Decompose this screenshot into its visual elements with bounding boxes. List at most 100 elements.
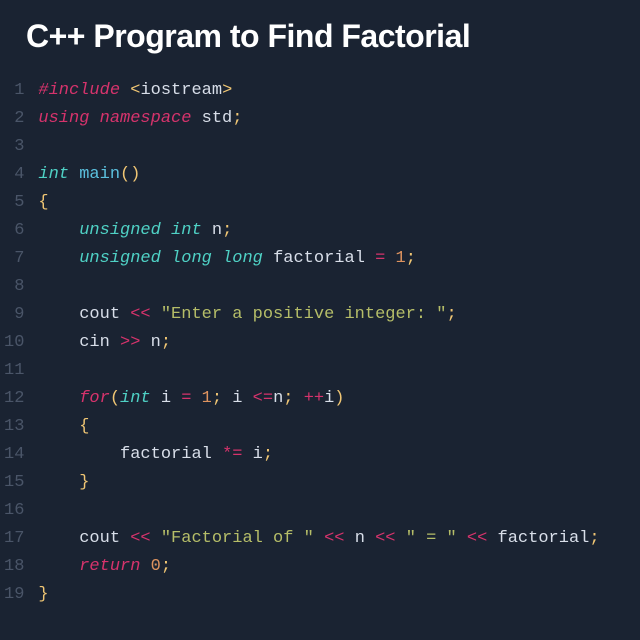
string-literal: "Factorial of " xyxy=(161,529,314,548)
type-int: int xyxy=(38,165,69,184)
line-number: 17 xyxy=(4,525,24,553)
semicolon: ; xyxy=(263,445,273,464)
parens: () xyxy=(120,165,140,184)
op-stream-out: << xyxy=(375,529,395,548)
page-title: C++ Program to Find Factorial xyxy=(0,0,640,77)
code-line: } xyxy=(38,469,599,497)
indent xyxy=(38,417,79,436)
cin: cin xyxy=(79,333,110,352)
line-number: 15 xyxy=(4,469,24,497)
paren-close: ) xyxy=(334,389,344,408)
op-mult-assign: *= xyxy=(222,445,242,464)
code-line: cout << "Factorial of " << n << " = " <<… xyxy=(38,525,599,553)
line-number: 9 xyxy=(4,301,24,329)
namespace-name: std xyxy=(202,109,233,128)
op-stream-out: << xyxy=(324,529,344,548)
keyword-namespace: namespace xyxy=(100,109,192,128)
code-line: int main() xyxy=(38,161,599,189)
indent xyxy=(38,557,79,576)
line-number: 6 xyxy=(4,217,24,245)
code-line-empty xyxy=(38,357,599,385)
indent xyxy=(38,529,79,548)
var-n: n xyxy=(212,221,222,240)
var-n: n xyxy=(273,389,283,408)
code-line: factorial *= i; xyxy=(38,441,599,469)
var-i: i xyxy=(232,389,242,408)
semicolon: ; xyxy=(222,221,232,240)
var-i: i xyxy=(324,389,334,408)
code-line: using namespace std; xyxy=(38,105,599,133)
function-main: main xyxy=(79,165,120,184)
var-n: n xyxy=(151,333,161,352)
code-line-empty xyxy=(38,273,599,301)
line-number: 19 xyxy=(4,581,24,609)
line-number: 8 xyxy=(4,273,24,301)
code-line-empty xyxy=(38,497,599,525)
keyword-return: return xyxy=(79,557,140,576)
type-long: long xyxy=(222,249,263,268)
type-long: long xyxy=(171,249,212,268)
line-number: 13 xyxy=(4,413,24,441)
library-name: iostream xyxy=(140,81,222,100)
indent xyxy=(38,473,79,492)
code-line: #include <iostream> xyxy=(38,77,599,105)
var-n: n xyxy=(355,529,365,548)
keyword-for: for xyxy=(79,389,110,408)
semicolon: ; xyxy=(589,529,599,548)
op-stream-out: << xyxy=(130,529,150,548)
cout: cout xyxy=(79,305,120,324)
angle-bracket: > xyxy=(222,81,232,100)
literal-one: 1 xyxy=(396,249,406,268)
line-number: 14 xyxy=(4,441,24,469)
code-line: cin >> n; xyxy=(38,329,599,357)
keyword-unsigned: unsigned xyxy=(79,221,161,240)
type-int: int xyxy=(171,221,202,240)
keyword-unsigned: unsigned xyxy=(79,249,161,268)
code-lines: #include <iostream> using namespace std;… xyxy=(38,77,599,609)
brace-close: } xyxy=(79,473,89,492)
semicolon: ; xyxy=(161,557,171,576)
indent xyxy=(38,305,79,324)
code-line: unsigned long long factorial = 1; xyxy=(38,245,599,273)
op-stream-out: << xyxy=(130,305,150,324)
code-line: } xyxy=(38,581,599,609)
line-number: 1 xyxy=(4,77,24,105)
semicolon: ; xyxy=(447,305,457,324)
indent xyxy=(38,221,79,240)
indent xyxy=(38,445,120,464)
line-number: 3 xyxy=(4,133,24,161)
line-number-gutter: 1 2 3 4 5 6 7 8 9 10 11 12 13 14 15 16 1… xyxy=(4,77,38,609)
var-i: i xyxy=(253,445,263,464)
line-number: 11 xyxy=(4,357,24,385)
semicolon: ; xyxy=(161,333,171,352)
line-number: 18 xyxy=(4,553,24,581)
op-lte: <= xyxy=(253,389,273,408)
preprocessor: #include xyxy=(38,81,120,100)
angle-bracket: < xyxy=(130,81,140,100)
code-line: return 0; xyxy=(38,553,599,581)
line-number: 4 xyxy=(4,161,24,189)
string-literal: " = " xyxy=(406,529,457,548)
code-line: cout << "Enter a positive integer: "; xyxy=(38,301,599,329)
semicolon: ; xyxy=(406,249,416,268)
keyword-using: using xyxy=(38,109,89,128)
code-line: unsigned int n; xyxy=(38,217,599,245)
var-factorial: factorial xyxy=(498,529,590,548)
indent xyxy=(38,389,79,408)
line-number: 2 xyxy=(4,105,24,133)
semicolon: ; xyxy=(212,389,222,408)
op-assign: = xyxy=(181,389,191,408)
brace-open: { xyxy=(38,193,48,212)
cout: cout xyxy=(79,529,120,548)
op-assign: = xyxy=(375,249,385,268)
var-factorial: factorial xyxy=(273,249,365,268)
line-number: 16 xyxy=(4,497,24,525)
code-line-empty xyxy=(38,133,599,161)
code-line: for(int i = 1; i <=n; ++i) xyxy=(38,385,599,413)
code-editor: 1 2 3 4 5 6 7 8 9 10 11 12 13 14 15 16 1… xyxy=(0,77,640,609)
op-stream-in: >> xyxy=(120,333,140,352)
semicolon: ; xyxy=(283,389,293,408)
brace-open: { xyxy=(79,417,89,436)
type-int: int xyxy=(120,389,151,408)
line-number: 12 xyxy=(4,385,24,413)
